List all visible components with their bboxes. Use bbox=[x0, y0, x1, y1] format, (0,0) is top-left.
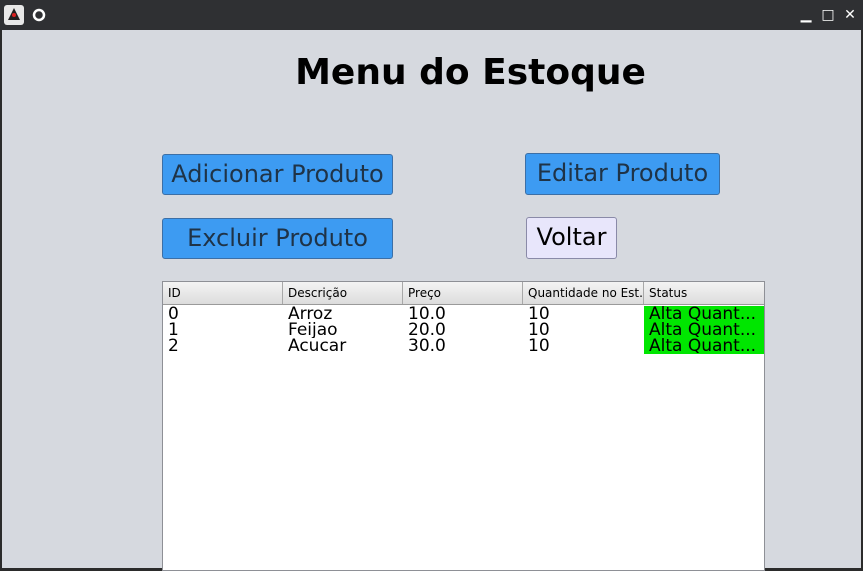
cell-status: Alta Quant... bbox=[644, 322, 764, 338]
back-button[interactable]: Voltar bbox=[526, 217, 617, 259]
window-titlebar: ▁ □ ✕ bbox=[0, 0, 863, 30]
table-header: ID Descrição Preço Quantidade no Est... … bbox=[163, 282, 764, 305]
cell-quantity: 10 bbox=[528, 306, 550, 322]
cell-id: 1 bbox=[168, 322, 179, 338]
page-title: Menu do Estoque bbox=[295, 52, 646, 93]
column-header-status[interactable]: Status bbox=[644, 282, 764, 304]
table-row[interactable]: 1 Feijao 20.0 10 Alta Quant... bbox=[163, 322, 764, 338]
edit-product-button[interactable]: Editar Produto bbox=[525, 153, 720, 195]
table-row[interactable]: 0 Arroz 10.0 10 Alta Quant... bbox=[163, 306, 764, 322]
product-table[interactable]: ID Descrição Preço Quantidade no Est... … bbox=[162, 281, 765, 571]
main-panel: Menu do Estoque Adicionar Produto Editar… bbox=[2, 30, 861, 571]
cell-id: 2 bbox=[168, 338, 179, 354]
cell-description: Arroz bbox=[288, 306, 333, 322]
circle-icon[interactable] bbox=[28, 4, 50, 26]
table-row[interactable]: 2 Acucar 30.0 10 Alta Quant... bbox=[163, 338, 764, 354]
column-header-id[interactable]: ID bbox=[163, 282, 283, 304]
add-product-button[interactable]: Adicionar Produto bbox=[162, 154, 393, 195]
cell-status: Alta Quant... bbox=[644, 338, 764, 354]
java-duke-icon[interactable] bbox=[3, 4, 25, 26]
cell-status: Alta Quant... bbox=[644, 306, 764, 322]
cell-description: Feijao bbox=[288, 322, 338, 338]
cell-description: Acucar bbox=[288, 338, 347, 354]
column-header-quantity[interactable]: Quantidade no Est... bbox=[523, 282, 644, 304]
cell-quantity: 10 bbox=[528, 322, 550, 338]
minimize-icon[interactable]: ▁ bbox=[797, 6, 815, 24]
maximize-icon[interactable]: □ bbox=[819, 6, 837, 24]
column-header-price[interactable]: Preço bbox=[403, 282, 523, 304]
cell-price: 20.0 bbox=[408, 322, 446, 338]
cell-price: 30.0 bbox=[408, 338, 446, 354]
cell-id: 0 bbox=[168, 306, 179, 322]
close-icon[interactable]: ✕ bbox=[841, 6, 859, 24]
cell-price: 10.0 bbox=[408, 306, 446, 322]
delete-product-button[interactable]: Excluir Produto bbox=[162, 218, 393, 259]
cell-quantity: 10 bbox=[528, 338, 550, 354]
column-header-description[interactable]: Descrição bbox=[283, 282, 403, 304]
